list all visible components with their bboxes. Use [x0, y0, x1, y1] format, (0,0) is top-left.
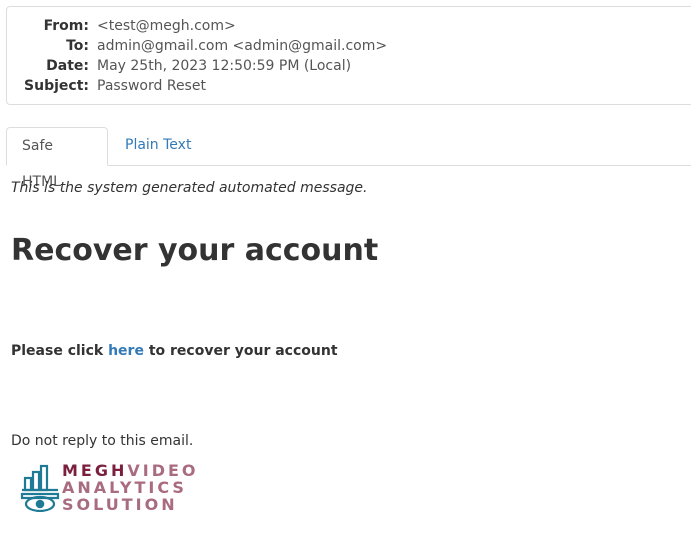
recover-instruction: Please click here to recover your accoun…: [11, 343, 338, 359]
subject-label: Subject:: [24, 78, 89, 94]
recover-link[interactable]: here: [108, 343, 144, 359]
message-intro: This is the system generated automated m…: [11, 180, 368, 196]
tab-safe-html[interactable]: Safe HTML: [6, 127, 108, 190]
view-tabs: Safe HTML Plain Text: [6, 127, 691, 190]
from-value: <test@megh.com>: [97, 18, 236, 34]
email-header-panel: From: <test@megh.com> To: admin@gmail.co…: [6, 6, 691, 105]
action-suffix: to recover your account: [143, 343, 338, 359]
date-label: Date:: [46, 58, 89, 74]
from-label: From:: [43, 18, 89, 34]
camera-chart-icon: [20, 464, 60, 512]
date-value: May 25th, 2023 12:50:59 PM (Local): [97, 58, 352, 74]
action-prefix: Please click: [11, 343, 109, 359]
to-label: To:: [66, 38, 89, 54]
megh-logo: MEGHVIDEO ANALYTICS SOLUTION: [20, 462, 196, 514]
logo-wordmark: MEGHVIDEO ANALYTICS SOLUTION: [62, 462, 199, 513]
to-value: admin@gmail.com <admin@gmail.com>: [97, 38, 388, 54]
logo-word-solution: SOLUTION: [62, 495, 178, 514]
message-title: Recover your account: [11, 233, 379, 268]
tab-plain-text[interactable]: Plain Text: [110, 127, 206, 165]
logo-word-analytics: ANALYTICS: [62, 478, 187, 497]
subject-value: Password Reset: [97, 78, 206, 94]
email-viewer: From: <test@megh.com> To: admin@gmail.co…: [0, 0, 691, 541]
noreply-notice: Do not reply to this email.: [11, 433, 194, 449]
